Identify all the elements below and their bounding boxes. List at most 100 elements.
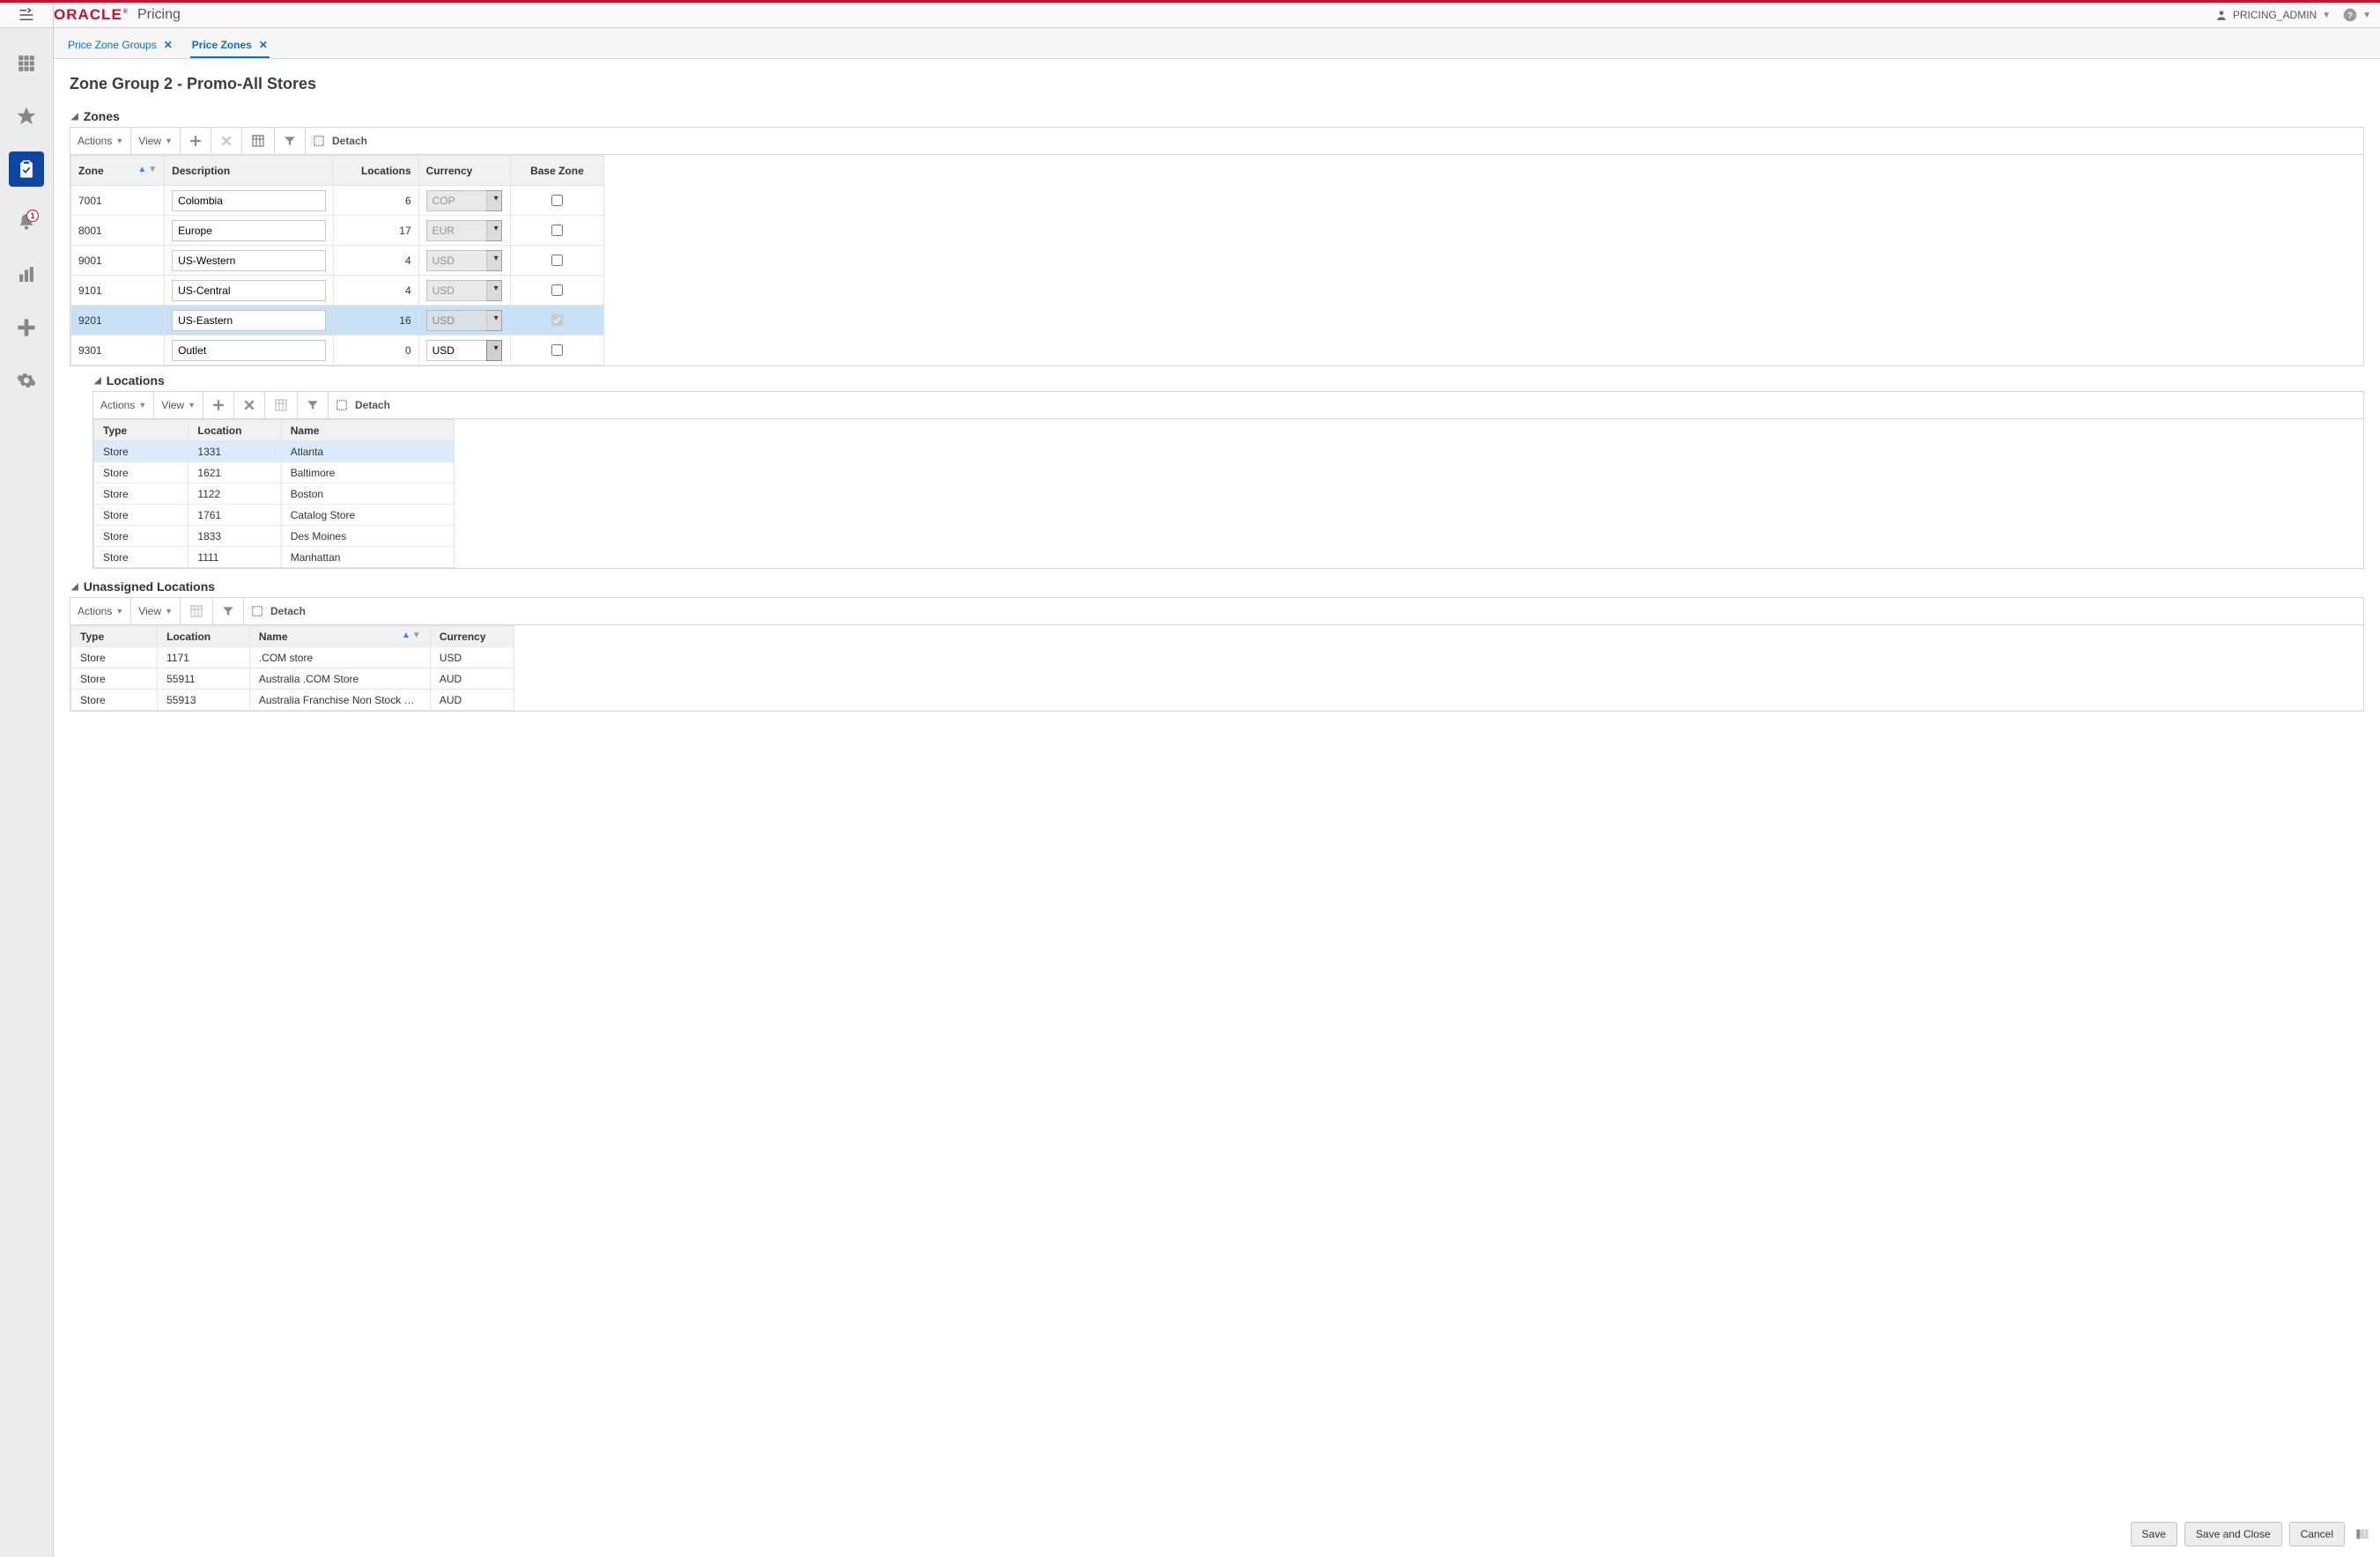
base-zone-checkbox[interactable] bbox=[551, 225, 563, 236]
location-type-cell: Store bbox=[94, 505, 188, 526]
actions-menu[interactable]: Actions▼ bbox=[70, 128, 131, 154]
zone-currency-select[interactable]: USD bbox=[426, 340, 502, 361]
sort-asc-icon: ▲ bbox=[137, 165, 146, 174]
locations-col-type[interactable]: Type bbox=[94, 420, 188, 441]
unassigned-name-cell: Australia Franchise Non Stock Hol... bbox=[249, 690, 430, 711]
actions-menu[interactable]: Actions▼ bbox=[70, 598, 131, 624]
location-id-cell: 1833 bbox=[188, 526, 281, 547]
zone-description-input[interactable] bbox=[172, 190, 326, 211]
base-zone-checkbox[interactable] bbox=[551, 255, 563, 266]
unassigned-col-location[interactable]: Location bbox=[158, 626, 250, 647]
save-button[interactable]: Save bbox=[2131, 1522, 2177, 1546]
filter-button[interactable] bbox=[298, 392, 329, 418]
unassigned-col-type[interactable]: Type bbox=[71, 626, 158, 647]
unassigned-toolbar: Actions▼ View▼ Detach bbox=[70, 598, 2363, 625]
section-locations-toggle[interactable]: ◢ Locations bbox=[94, 373, 2364, 387]
tasks-icon[interactable] bbox=[9, 151, 44, 187]
detach-button[interactable]: Detach bbox=[306, 128, 374, 154]
base-zone-checkbox[interactable] bbox=[551, 344, 563, 356]
help-icon[interactable]: ? bbox=[2343, 8, 2357, 22]
settings-icon[interactable] bbox=[9, 363, 44, 398]
table-row[interactable]: Store1833Des Moines bbox=[94, 526, 455, 547]
locations-table: Type Location Name Store1331AtlantaStore… bbox=[93, 419, 455, 568]
location-id-cell: 1761 bbox=[188, 505, 281, 526]
table-row[interactable]: Store1122Boston bbox=[94, 483, 455, 505]
detach-button[interactable]: Detach bbox=[244, 598, 313, 624]
table-row[interactable]: Store1111Manhattan bbox=[94, 547, 455, 568]
zone-description-input[interactable] bbox=[172, 310, 326, 331]
unassigned-col-name[interactable]: Name ▲▼ bbox=[249, 626, 430, 647]
zone-id-cell: 9001 bbox=[71, 246, 165, 276]
reports-icon[interactable] bbox=[9, 257, 44, 292]
table-row[interactable]: Store1621Baltimore bbox=[94, 462, 455, 483]
view-menu[interactable]: View▼ bbox=[154, 392, 203, 418]
zones-col-zone[interactable]: Zone ▲▼ bbox=[71, 156, 165, 186]
zone-description-input[interactable] bbox=[172, 340, 326, 361]
tabs-bar: Price Zone Groups ✕ Price Zones ✕ bbox=[54, 28, 2380, 59]
actions-menu[interactable]: Actions▼ bbox=[93, 392, 154, 418]
add-icon[interactable] bbox=[9, 310, 44, 345]
location-id-cell: 1621 bbox=[188, 462, 281, 483]
delete-row-button[interactable] bbox=[234, 392, 265, 418]
add-row-button[interactable] bbox=[203, 392, 234, 418]
favorites-icon[interactable] bbox=[9, 99, 44, 134]
save-and-close-button[interactable]: Save and Close bbox=[2184, 1522, 2282, 1546]
base-zone-checkbox[interactable] bbox=[551, 284, 563, 296]
chevron-down-icon: ▼ bbox=[2322, 11, 2331, 20]
view-menu[interactable]: View▼ bbox=[131, 598, 181, 624]
view-menu[interactable]: View▼ bbox=[131, 128, 181, 154]
table-row[interactable]: Store1331Atlanta bbox=[94, 441, 455, 462]
filter-button[interactable] bbox=[213, 598, 244, 624]
export-button bbox=[181, 598, 213, 624]
location-name-cell: Manhattan bbox=[281, 547, 454, 568]
table-row[interactable]: Store1171.COM storeUSD bbox=[71, 647, 514, 668]
zone-description-input[interactable] bbox=[172, 280, 326, 301]
zone-locations-count: 4 bbox=[334, 276, 418, 306]
close-tab-icon[interactable]: ✕ bbox=[164, 39, 173, 51]
add-row-button[interactable] bbox=[181, 128, 211, 154]
zone-locations-count: 17 bbox=[334, 216, 418, 246]
chevron-down-icon: ▼ bbox=[2362, 11, 2371, 20]
section-unassigned-toggle[interactable]: ◢ Unassigned Locations bbox=[71, 579, 2364, 594]
unassigned-col-currency[interactable]: Currency bbox=[430, 626, 514, 647]
table-row[interactable]: 90014USD bbox=[71, 246, 604, 276]
user-menu[interactable]: PRICING_ADMIN bbox=[2233, 9, 2317, 21]
locations-col-name[interactable]: Name bbox=[281, 420, 454, 441]
table-row[interactable]: Store55911Australia .COM StoreAUD bbox=[71, 668, 514, 690]
locations-col-location[interactable]: Location bbox=[188, 420, 281, 441]
base-zone-checkbox[interactable] bbox=[551, 195, 563, 206]
close-tab-icon[interactable]: ✕ bbox=[259, 39, 268, 51]
table-row[interactable]: Store55913Australia Franchise Non Stock … bbox=[71, 690, 514, 711]
zones-col-locations[interactable]: Locations bbox=[334, 156, 418, 186]
zone-description-input[interactable] bbox=[172, 220, 326, 241]
home-grid-icon[interactable] bbox=[9, 46, 44, 81]
zones-col-basezone[interactable]: Base Zone bbox=[510, 156, 603, 186]
zone-id-cell: 9301 bbox=[71, 336, 165, 365]
location-id-cell: 1331 bbox=[188, 441, 281, 462]
table-row[interactable]: Store1761Catalog Store bbox=[94, 505, 455, 526]
location-id-cell: 1122 bbox=[188, 483, 281, 505]
chevron-down-icon: ◢ bbox=[71, 582, 78, 592]
tab-price-zones[interactable]: Price Zones ✕ bbox=[190, 33, 270, 58]
table-row[interactable]: 800117EUR bbox=[71, 216, 604, 246]
zones-col-description[interactable]: Description bbox=[165, 156, 334, 186]
table-row[interactable]: 91014USD bbox=[71, 276, 604, 306]
table-row[interactable]: 70016COP bbox=[71, 186, 604, 216]
cancel-button[interactable]: Cancel bbox=[2289, 1522, 2345, 1546]
table-row[interactable]: 93010USD bbox=[71, 336, 604, 365]
table-row[interactable]: 920116USD bbox=[71, 306, 604, 336]
filter-button[interactable] bbox=[275, 128, 306, 154]
left-rail: 1 bbox=[0, 28, 54, 1557]
notifications-icon[interactable]: 1 bbox=[9, 204, 44, 240]
unassigned-id-cell: 55913 bbox=[158, 690, 250, 711]
curtain-icon[interactable] bbox=[2355, 1527, 2369, 1541]
menu-toggle-button[interactable] bbox=[0, 3, 54, 27]
delete-row-button bbox=[211, 128, 242, 154]
tab-price-zone-groups[interactable]: Price Zone Groups ✕ bbox=[66, 33, 174, 58]
detach-button[interactable]: Detach bbox=[329, 392, 397, 418]
zones-col-currency[interactable]: Currency bbox=[418, 156, 510, 186]
section-zones-toggle[interactable]: ◢ Zones bbox=[71, 109, 2364, 123]
location-type-cell: Store bbox=[94, 441, 188, 462]
zone-description-input[interactable] bbox=[172, 250, 326, 271]
export-button[interactable] bbox=[242, 128, 275, 154]
